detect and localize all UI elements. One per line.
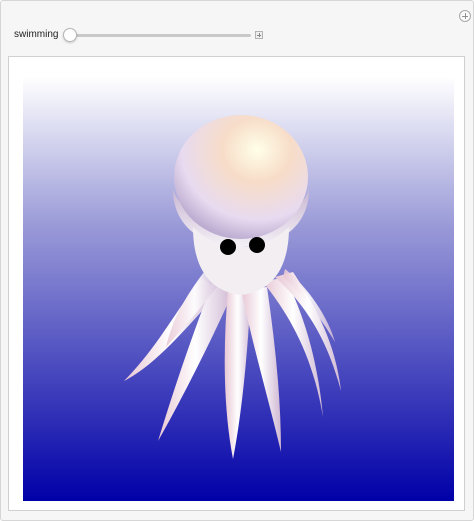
demonstration-panel: swimming — [0, 0, 474, 521]
octopus-head — [174, 115, 308, 239]
swimming-slider-thumb[interactable] — [63, 28, 77, 42]
left-eye — [220, 239, 236, 255]
right-eye — [249, 237, 265, 253]
plus-circle-icon[interactable] — [459, 10, 471, 22]
plus-square-icon[interactable] — [255, 31, 263, 39]
swimming-slider-track[interactable] — [63, 34, 251, 37]
octopus-3d-graphic[interactable] — [23, 77, 454, 501]
swimming-label: swimming — [14, 29, 59, 40]
